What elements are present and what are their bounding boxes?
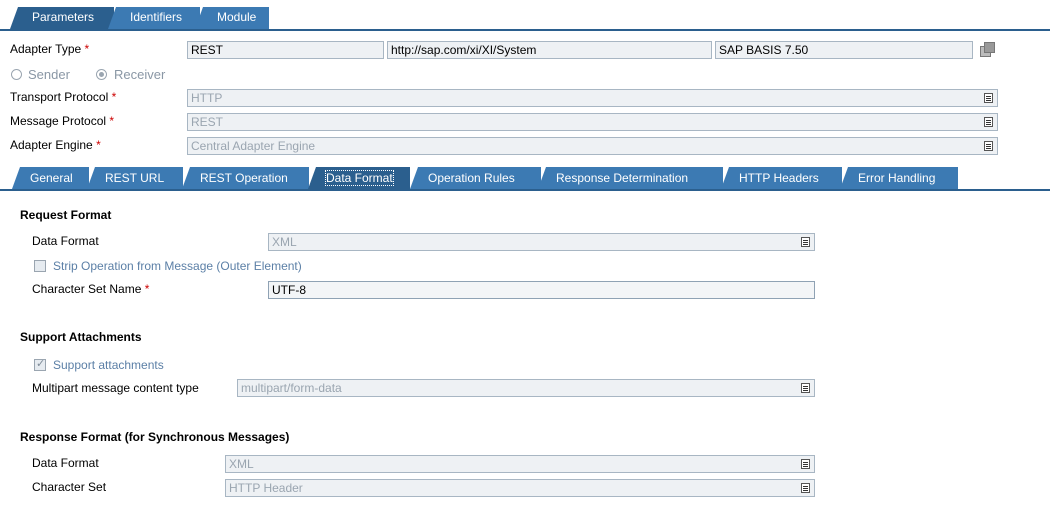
tab-http-headers[interactable]: HTTP Headers — [721, 167, 842, 189]
adapter-engine-select[interactable]: Central Adapter Engine — [187, 137, 998, 155]
tab-parameters-label: Parameters — [32, 10, 95, 24]
adapter-software-field[interactable]: SAP BASIS 7.50 — [715, 41, 973, 59]
tab-module[interactable]: Module — [195, 7, 269, 29]
charset-name-input[interactable]: UTF-8 — [268, 281, 815, 299]
tab-error-handling[interactable]: Error Handling — [840, 167, 958, 189]
dropdown-icon[interactable] — [801, 237, 810, 247]
tab-response-determination[interactable]: Response Determination — [538, 167, 723, 189]
strip-operation-label: Strip Operation from Message (Outer Elem… — [53, 259, 302, 273]
response-data-format-label: Data Format — [32, 456, 99, 470]
message-protocol-label: Message Protocol * — [10, 114, 115, 128]
transport-protocol-select[interactable]: HTTP — [187, 89, 998, 107]
tab-parameters[interactable]: Parameters — [10, 7, 114, 29]
request-data-format-select[interactable]: XML — [268, 233, 815, 251]
copy-icon[interactable] — [980, 42, 995, 57]
top-tab-strip: Parameters Identifiers Module — [0, 0, 1050, 31]
sub-tab-divider — [0, 189, 1050, 191]
tab-identifiers-label: Identifiers — [130, 10, 183, 24]
tab-rest-operation[interactable]: REST Operation — [182, 167, 309, 189]
support-attachments-checkbox[interactable] — [34, 357, 46, 371]
multipart-type-select[interactable]: multipart/form-data — [237, 379, 815, 397]
adapter-type-label: Adapter Type * — [10, 42, 90, 56]
response-charset-label: Character Set — [32, 480, 107, 494]
tab-operation-rules[interactable]: Operation Rules — [410, 167, 541, 189]
request-data-format-label: Data Format — [32, 234, 99, 248]
receiver-radio[interactable] — [96, 69, 107, 80]
adapter-engine-label: Adapter Engine * — [10, 138, 101, 152]
dropdown-icon[interactable] — [984, 117, 993, 127]
adapter-type-field[interactable]: REST — [187, 41, 384, 59]
adapter-namespace-field[interactable]: http://sap.com/xi/XI/System — [387, 41, 712, 59]
tab-data-format[interactable]: Data Format — [308, 167, 410, 189]
request-format-title: Request Format — [20, 208, 112, 222]
dropdown-icon[interactable] — [801, 459, 810, 469]
strip-operation-checkbox[interactable] — [34, 260, 46, 272]
tab-module-label: Module — [217, 10, 257, 24]
transport-protocol-label: Transport Protocol * — [10, 90, 117, 104]
dropdown-icon[interactable] — [801, 483, 810, 493]
support-attachments-label: Support attachments — [53, 358, 164, 372]
sender-label: Sender — [28, 67, 70, 82]
multipart-type-label: Multipart message content type — [32, 381, 199, 395]
tab-general[interactable]: General — [12, 167, 89, 189]
tab-rest-url[interactable]: REST URL — [87, 167, 183, 189]
receiver-label: Receiver — [114, 67, 166, 82]
support-attachments-title: Support Attachments — [20, 330, 142, 344]
tab-strip-divider — [0, 29, 1050, 31]
sub-tab-strip: General REST URL REST Operation Data For… — [0, 163, 1050, 191]
sender-radio[interactable] — [11, 69, 22, 80]
message-protocol-select[interactable]: REST — [187, 113, 998, 131]
response-data-format-select[interactable]: XML — [225, 455, 815, 473]
tab-identifiers[interactable]: Identifiers — [108, 7, 200, 29]
dropdown-icon[interactable] — [801, 383, 810, 393]
response-format-title: Response Format (for Synchronous Message… — [20, 430, 290, 444]
response-charset-select[interactable]: HTTP Header — [225, 479, 815, 497]
dropdown-icon[interactable] — [984, 93, 993, 103]
charset-name-label: Character Set Name * — [32, 282, 150, 296]
dropdown-icon[interactable] — [984, 141, 993, 151]
